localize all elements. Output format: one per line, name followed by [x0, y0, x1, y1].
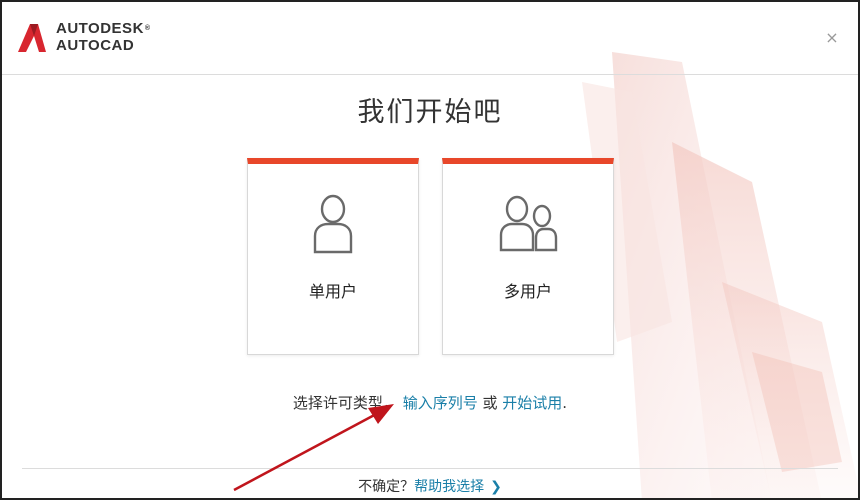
license-prefix: 选择许可类型，	[292, 394, 398, 412]
single-user-card[interactable]: 单用户	[247, 158, 419, 355]
single-user-icon	[313, 194, 353, 254]
brand-logo: AUTODESK® AUTOCAD	[56, 20, 151, 54]
unsure-text: 不确定？	[358, 479, 415, 495]
chevron-right-icon[interactable]: ❯	[490, 479, 502, 495]
footer-divider	[22, 468, 838, 469]
brand-autodesk: AUTODESK	[56, 20, 144, 37]
installer-window: AUTODESK® AUTOCAD × 我们开始吧 单用户 多用户 选择许可类型…	[0, 0, 860, 500]
annotation-arrow-icon	[233, 404, 394, 492]
multi-user-card[interactable]: 多用户	[442, 158, 614, 355]
license-suffix: .	[562, 394, 568, 412]
or-text: 或	[477, 394, 503, 412]
help-me-choose-link[interactable]: 帮助我选择	[414, 479, 484, 495]
footer-help: 不确定？帮助我选择 ❯	[2, 476, 858, 496]
header: AUTODESK® AUTOCAD ×	[2, 2, 858, 75]
single-user-label: 单用户	[308, 282, 357, 301]
autodesk-a-logo-icon	[18, 24, 46, 52]
start-trial-link[interactable]: 开始试用	[502, 394, 562, 412]
multi-user-label: 多用户	[503, 282, 552, 301]
multi-user-icon	[499, 195, 558, 252]
brand-autocad: AUTOCAD	[56, 37, 135, 54]
enter-serial-link[interactable]: 输入序列号	[403, 394, 478, 412]
license-type-line: 选择许可类型， 输入序列号 或 开始试用.	[2, 392, 858, 413]
page-title: 我们开始吧	[357, 97, 503, 128]
close-button[interactable]: ×	[824, 30, 840, 46]
